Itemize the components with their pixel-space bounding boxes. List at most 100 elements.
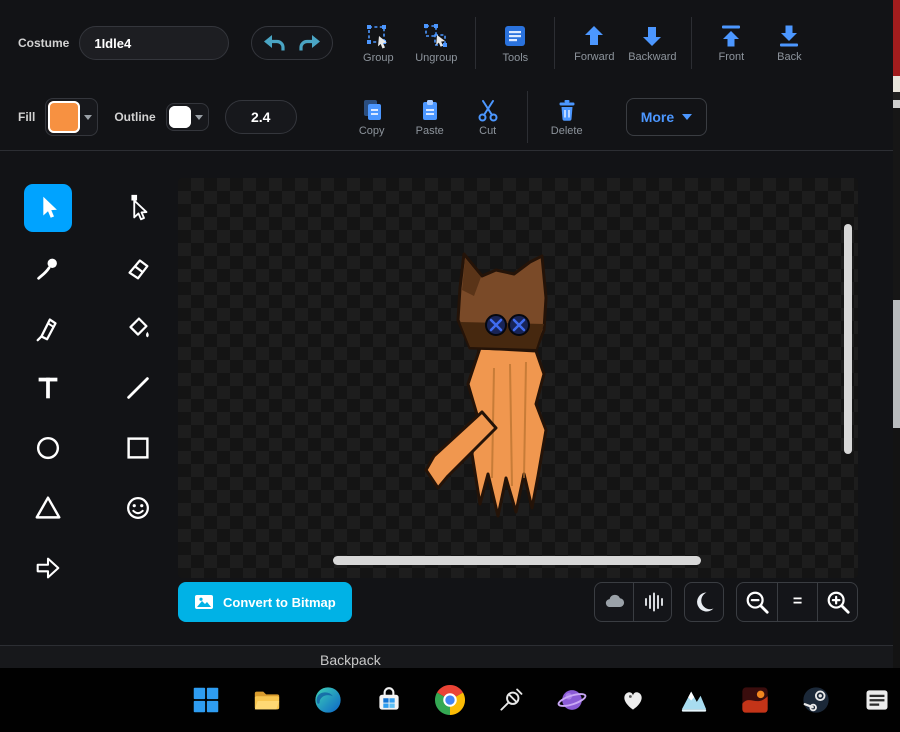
waveform-icon bbox=[644, 592, 663, 612]
back-button[interactable]: Back bbox=[760, 24, 818, 63]
zoom-reset-button[interactable]: = bbox=[777, 583, 817, 621]
fill-color-picker[interactable] bbox=[45, 98, 99, 136]
tools-icon bbox=[505, 25, 526, 46]
undo-icon bbox=[264, 35, 285, 51]
tool-arrow[interactable] bbox=[24, 544, 72, 592]
taskbar-planet-app-button[interactable] bbox=[556, 684, 588, 716]
tool-brush[interactable] bbox=[24, 244, 72, 292]
redo-button[interactable] bbox=[293, 29, 327, 57]
taskbar-satellite-app-button[interactable] bbox=[495, 684, 527, 716]
canvas-vertical-scrollbar[interactable] bbox=[844, 224, 852, 454]
smiley-face-icon bbox=[127, 497, 149, 519]
taskbar-notes-app-button[interactable] bbox=[861, 684, 893, 716]
cut-button[interactable]: Cut bbox=[459, 98, 517, 137]
toolbar-separator bbox=[0, 150, 893, 151]
cloud-button[interactable] bbox=[595, 583, 633, 621]
costume-artwork bbox=[424, 252, 548, 518]
convert-to-bitmap-button[interactable]: Convert to Bitmap bbox=[178, 582, 352, 622]
tool-face[interactable] bbox=[114, 484, 162, 532]
chrome-browser-icon bbox=[435, 685, 465, 715]
line-icon bbox=[127, 377, 149, 399]
canvas-horizontal-scrollbar[interactable] bbox=[333, 556, 701, 565]
taskbar-mountain-app-button[interactable] bbox=[678, 684, 710, 716]
windows-taskbar bbox=[0, 668, 900, 732]
planet-icon bbox=[557, 690, 587, 710]
more-button[interactable]: More bbox=[625, 98, 708, 136]
tool-select[interactable] bbox=[24, 184, 72, 232]
toolbar-divider bbox=[475, 17, 477, 69]
backward-button[interactable]: Backward bbox=[623, 24, 681, 63]
taskbar-windows-start-button[interactable] bbox=[190, 684, 222, 716]
select-cursor-icon bbox=[43, 196, 57, 218]
fill-label: Fill bbox=[18, 110, 36, 124]
toolbar-divider bbox=[526, 91, 528, 143]
format-toolbar: Fill Outline Copy Paste bbox=[0, 86, 893, 148]
notes-icon bbox=[866, 690, 888, 710]
taskbar-file-explorer-button[interactable] bbox=[251, 684, 283, 716]
delete-button[interactable]: Delete bbox=[538, 98, 596, 137]
backpack-bar[interactable]: Backpack bbox=[0, 645, 893, 668]
paint-canvas[interactable] bbox=[178, 178, 858, 578]
taskbar-shooter-game-button[interactable] bbox=[739, 684, 771, 716]
forward-button[interactable]: Forward bbox=[565, 24, 623, 63]
brush-icon bbox=[37, 258, 57, 280]
zoom-out-icon bbox=[746, 591, 769, 614]
chevron-down-icon bbox=[682, 114, 693, 120]
tool-rectangle[interactable] bbox=[114, 424, 162, 472]
tools-button[interactable]: Tools bbox=[486, 23, 544, 64]
toolbar-divider bbox=[691, 17, 693, 69]
copy-button[interactable]: Copy bbox=[343, 98, 401, 137]
tool-palette bbox=[24, 184, 162, 592]
group-icon bbox=[367, 24, 388, 48]
folder-icon bbox=[254, 691, 280, 710]
stroke-width-input[interactable] bbox=[224, 100, 297, 134]
zoom-controls-group: = bbox=[736, 582, 858, 622]
taskbar-chrome-button[interactable] bbox=[434, 684, 466, 716]
costume-name-input[interactable] bbox=[79, 26, 230, 60]
reshape-cursor-icon bbox=[131, 194, 148, 221]
ungroup-button[interactable]: Ungroup bbox=[407, 23, 465, 64]
tool-line[interactable] bbox=[114, 364, 162, 412]
paste-button[interactable]: Paste bbox=[401, 98, 459, 137]
costume-label: Costume bbox=[18, 36, 70, 50]
windows-logo-icon bbox=[193, 687, 219, 713]
undo-redo-group bbox=[251, 26, 334, 60]
undo-button[interactable] bbox=[257, 29, 291, 57]
tool-triangle[interactable] bbox=[24, 484, 72, 532]
tool-fill[interactable] bbox=[114, 304, 162, 352]
fill-bucket-icon bbox=[129, 317, 149, 338]
copy-icon bbox=[363, 99, 381, 120]
waveform-button[interactable] bbox=[633, 583, 671, 621]
texture-controls-group bbox=[594, 582, 672, 622]
image-icon bbox=[195, 595, 213, 609]
tool-pen[interactable] bbox=[24, 304, 72, 352]
taskbar-microsoft-store-button[interactable] bbox=[373, 684, 405, 716]
outline-color-picker[interactable] bbox=[165, 103, 209, 131]
zoom-out-button[interactable] bbox=[737, 583, 777, 621]
tool-eraser[interactable] bbox=[114, 244, 162, 292]
zoom-in-button[interactable] bbox=[817, 583, 857, 621]
text-icon bbox=[38, 377, 58, 399]
taskbar-steam-button[interactable] bbox=[800, 684, 832, 716]
dark-mode-button[interactable] bbox=[685, 583, 723, 621]
heart-icon bbox=[624, 692, 642, 710]
game-art-icon bbox=[742, 687, 768, 713]
ungroup-icon bbox=[424, 23, 448, 47]
group-button[interactable]: Group bbox=[349, 23, 407, 64]
taskbar-edge-button[interactable] bbox=[312, 684, 344, 716]
cloud-icon bbox=[605, 594, 625, 608]
arrow-up-bar-icon bbox=[722, 25, 741, 46]
taskbar-heart-app-button[interactable] bbox=[617, 684, 649, 716]
satellite-icon bbox=[500, 688, 523, 711]
tool-reshape[interactable] bbox=[114, 184, 162, 232]
paint-editor: Costume Group bbox=[0, 0, 893, 668]
triangle-icon bbox=[35, 496, 61, 519]
front-button[interactable]: Front bbox=[702, 24, 760, 63]
tool-text[interactable] bbox=[24, 364, 72, 412]
microsoft-store-icon bbox=[379, 687, 399, 710]
tool-circle[interactable] bbox=[24, 424, 72, 472]
fill-color-swatch bbox=[48, 101, 81, 133]
top-toolbar: Costume Group bbox=[0, 0, 893, 86]
circle-icon bbox=[36, 436, 60, 460]
paste-icon bbox=[422, 99, 437, 120]
